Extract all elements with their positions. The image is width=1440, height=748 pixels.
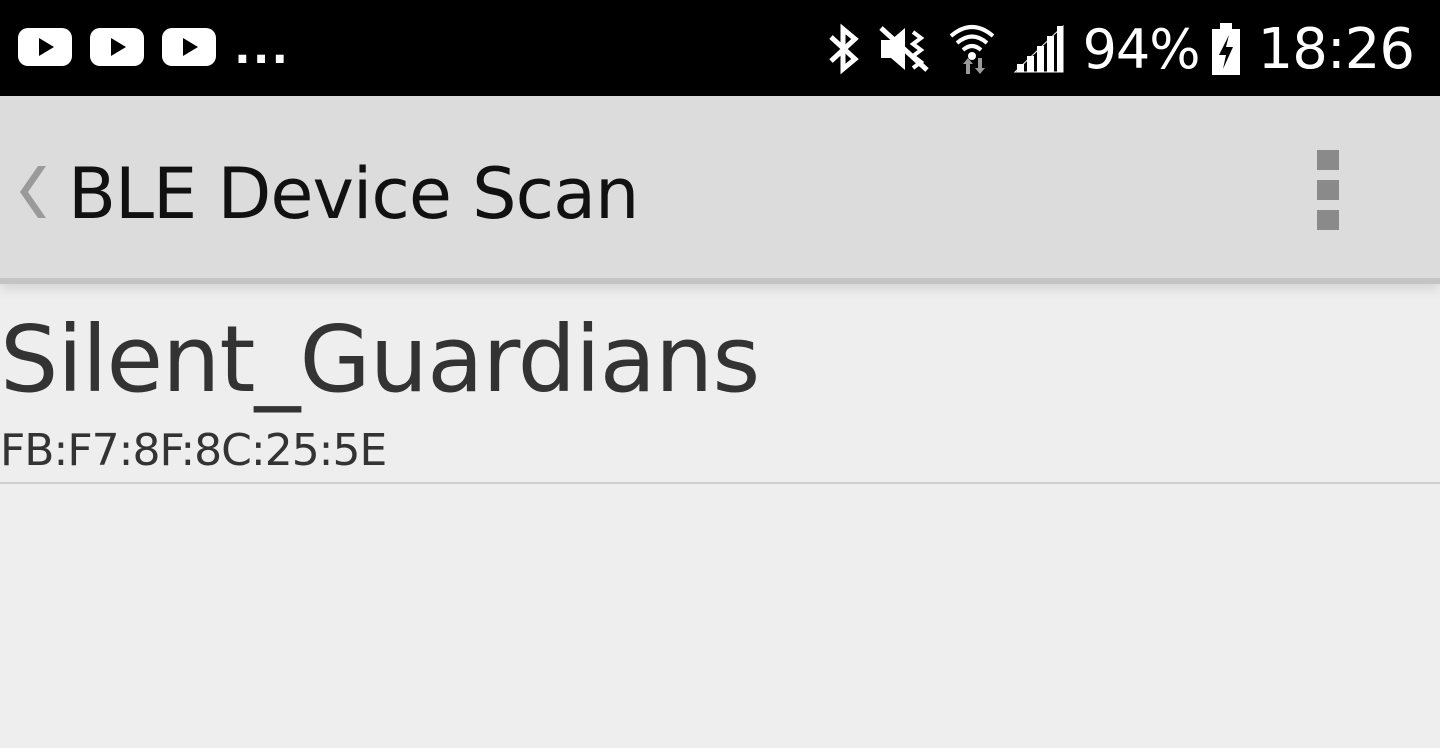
action-bar: BLE Device Scan [0, 96, 1440, 284]
chevron-left-icon[interactable] [12, 162, 52, 222]
notification-icons: ... [18, 23, 291, 74]
vibrate-mute-icon [878, 26, 929, 72]
battery-percentage: 94% [1082, 17, 1201, 81]
bluetooth-icon [828, 23, 859, 75]
status-bar: ... 94% 18:26 [0, 0, 1440, 96]
youtube-icon [90, 28, 144, 66]
page-title: BLE Device Scan [68, 153, 639, 235]
overflow-menu-icon[interactable] [1306, 150, 1350, 234]
cell-signal-icon [1013, 24, 1064, 73]
overflow-dot [1317, 180, 1339, 200]
overflow-dot [1317, 210, 1339, 230]
device-address: FB:F7:8F:8C:25:5E [0, 425, 387, 476]
battery-charging-icon [1211, 23, 1240, 75]
youtube-icon [162, 28, 216, 66]
clock: 18:26 [1257, 16, 1415, 82]
system-status-icons: 94% 18:26 [811, 16, 1415, 82]
youtube-icon [18, 28, 72, 66]
overflow-dot [1317, 150, 1339, 170]
list-item[interactable]: Silent_Guardians FB:F7:8F:8C:25:5E [0, 290, 1440, 484]
device-list: Silent_Guardians FB:F7:8F:8C:25:5E [0, 290, 1440, 484]
more-notifications-indicator: ... [234, 23, 291, 74]
device-name: Silent_Guardians [0, 306, 760, 413]
wifi-icon [949, 25, 994, 74]
